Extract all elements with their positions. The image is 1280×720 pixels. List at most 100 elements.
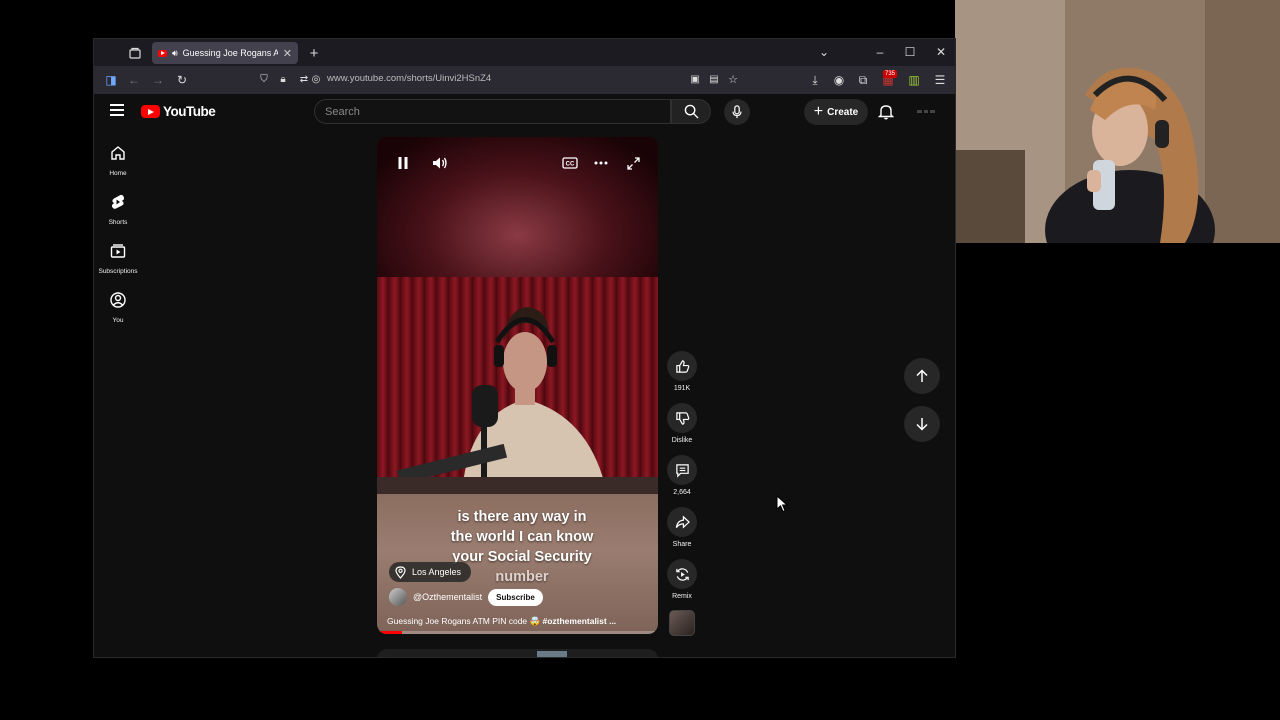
addon-meter-icon[interactable]: ▥ (905, 71, 923, 89)
forward-icon[interactable]: → (149, 71, 167, 89)
voice-search-button[interactable] (724, 99, 750, 125)
more-options-button[interactable] (592, 154, 610, 172)
previous-short-button[interactable] (904, 358, 940, 394)
close-tab-icon[interactable]: ✕ (283, 47, 292, 60)
picture-in-picture-icon[interactable]: ▣ (686, 71, 704, 89)
back-icon[interactable]: ← (125, 71, 143, 89)
thumbs-up-icon (675, 359, 689, 373)
location-label: Los Angeles (412, 567, 462, 577)
volume-button[interactable] (431, 154, 449, 172)
video-hashtag[interactable]: #ozthementalist ... (542, 616, 616, 626)
audio-source-thumbnail[interactable] (669, 610, 695, 636)
url-bar[interactable]: www.youtube.com/shorts/Uinvi2HSnZ4 (327, 73, 491, 84)
microphone-icon (732, 105, 742, 119)
minimize-icon[interactable]: – (870, 43, 890, 61)
youtube-logo[interactable]: YouTube (141, 104, 216, 119)
reload-icon[interactable]: ↻ (173, 71, 191, 89)
avatar-placeholder[interactable] (917, 110, 936, 113)
video-title[interactable]: Guessing Joe Rogans ATM PIN code 🤯 #ozth… (387, 616, 649, 627)
share-icon (675, 514, 690, 529)
video-progress-bar[interactable] (377, 631, 658, 634)
remix-label: Remix (672, 593, 692, 600)
browser-window: 🔊︎ Guessing Joe Rogans ATM ✕ + ⌄ – ☐ ✕ ◨… (93, 38, 956, 658)
youtube-page: YouTube + Create Home (94, 94, 955, 657)
tab-title: Guessing Joe Rogans ATM (182, 48, 278, 58)
next-short-thumbnail (537, 651, 567, 657)
lock-icon[interactable]: 🔒︎ (274, 71, 292, 89)
sidebar-label-you: You (112, 317, 124, 324)
extensions-icon[interactable]: ⧉ (854, 71, 872, 89)
tracking-icon[interactable]: ◎ (307, 71, 325, 89)
close-window-icon[interactable]: ✕ (931, 43, 951, 61)
shield-icon[interactable]: ⛉ (255, 71, 273, 89)
shorts-video-player[interactable]: CC is there any way in the world I can k… (377, 137, 658, 634)
closed-captions-icon: CC (562, 157, 578, 169)
remix-button[interactable]: Remix (666, 559, 698, 600)
app-menu-icon[interactable]: ☰ (931, 71, 949, 89)
channel-handle[interactable]: @Ozthementalist (413, 592, 482, 602)
download-icon[interactable]: ⤓ (806, 71, 824, 89)
mouse-cursor-icon (776, 495, 788, 513)
search-box[interactable] (314, 99, 671, 124)
search-button[interactable] (671, 99, 711, 124)
captions-button[interactable]: CC (561, 154, 579, 172)
location-chip[interactable]: Los Angeles (389, 562, 472, 582)
logo-text: YouTube (163, 104, 216, 119)
caption-line: is there any way in (457, 509, 587, 525)
home-icon (111, 146, 125, 160)
arrow-up-icon (916, 369, 928, 382)
sidebar-item-subscriptions[interactable]: Subscriptions (94, 242, 142, 275)
maximize-icon[interactable]: ☐ (900, 43, 920, 61)
progress-fill (377, 631, 403, 634)
like-button[interactable]: 191K (666, 351, 698, 392)
new-tab-icon[interactable]: + (305, 44, 323, 62)
bookmark-star-icon[interactable]: ☆ (724, 71, 742, 89)
dislike-button[interactable]: Dislike (666, 403, 698, 444)
svg-text:CC: CC (566, 162, 575, 168)
subscriptions-icon (110, 244, 126, 258)
speaker-icon[interactable]: 🔊︎ (172, 48, 178, 59)
chevron-down-icon[interactable]: ⌄ (814, 43, 834, 61)
guide-menu-icon[interactable] (110, 104, 124, 118)
fullscreen-button[interactable] (624, 154, 642, 172)
subscribe-button[interactable]: Subscribe (488, 588, 543, 606)
share-label: Share (672, 541, 692, 548)
comments-button[interactable]: 2,664 (666, 455, 698, 496)
location-pin-icon (395, 565, 406, 579)
you-icon (110, 292, 126, 308)
pause-button[interactable] (394, 154, 412, 172)
navigation-bar: ◨ ← → ↻ ⛉ 🔒︎ ⇄ ◎ www.youtube.com/shorts/… (94, 66, 955, 94)
arrow-down-icon (916, 418, 928, 431)
sidebar-item-you[interactable]: You (94, 291, 142, 324)
sidebar-label-subscriptions: Subscriptions (98, 268, 138, 275)
sidebar-item-home[interactable]: Home (94, 144, 142, 177)
thumbs-down-icon (675, 411, 689, 425)
sidebar-label-home: Home (109, 170, 127, 177)
sidebar-label-shorts: Shorts (108, 219, 128, 226)
create-button[interactable]: + Create (804, 99, 868, 125)
volume-icon (433, 157, 447, 169)
sidebar-toggle-icon[interactable]: ◨ (102, 71, 120, 89)
desktop: 🔊︎ Guessing Joe Rogans ATM ✕ + ⌄ – ☐ ✕ ◨… (0, 0, 1280, 720)
comment-icon (675, 463, 689, 478)
more-horizontal-icon (594, 161, 608, 165)
dislike-label: Dislike (671, 437, 693, 444)
next-short-preview[interactable] (377, 649, 658, 657)
share-button[interactable]: Share (666, 507, 698, 548)
sidebar-item-shorts[interactable]: Shorts (94, 193, 142, 226)
expand-icon (626, 156, 640, 170)
create-label: Create (827, 106, 859, 118)
notifications-bell-icon[interactable] (877, 103, 896, 121)
like-count: 191K (673, 385, 691, 392)
tab-youtube[interactable]: 🔊︎ Guessing Joe Rogans ATM ✕ (152, 42, 298, 64)
search-input[interactable] (315, 100, 670, 123)
tab-list-icon[interactable] (126, 44, 144, 62)
reader-view-icon[interactable]: ▤ (705, 71, 723, 89)
account-icon[interactable]: ◉ (830, 71, 848, 89)
next-short-button[interactable] (904, 406, 940, 442)
channel-avatar[interactable] (389, 588, 407, 606)
plus-icon: + (813, 103, 824, 120)
pause-icon (398, 157, 408, 169)
search-icon (684, 104, 699, 119)
remix-icon (675, 567, 689, 581)
